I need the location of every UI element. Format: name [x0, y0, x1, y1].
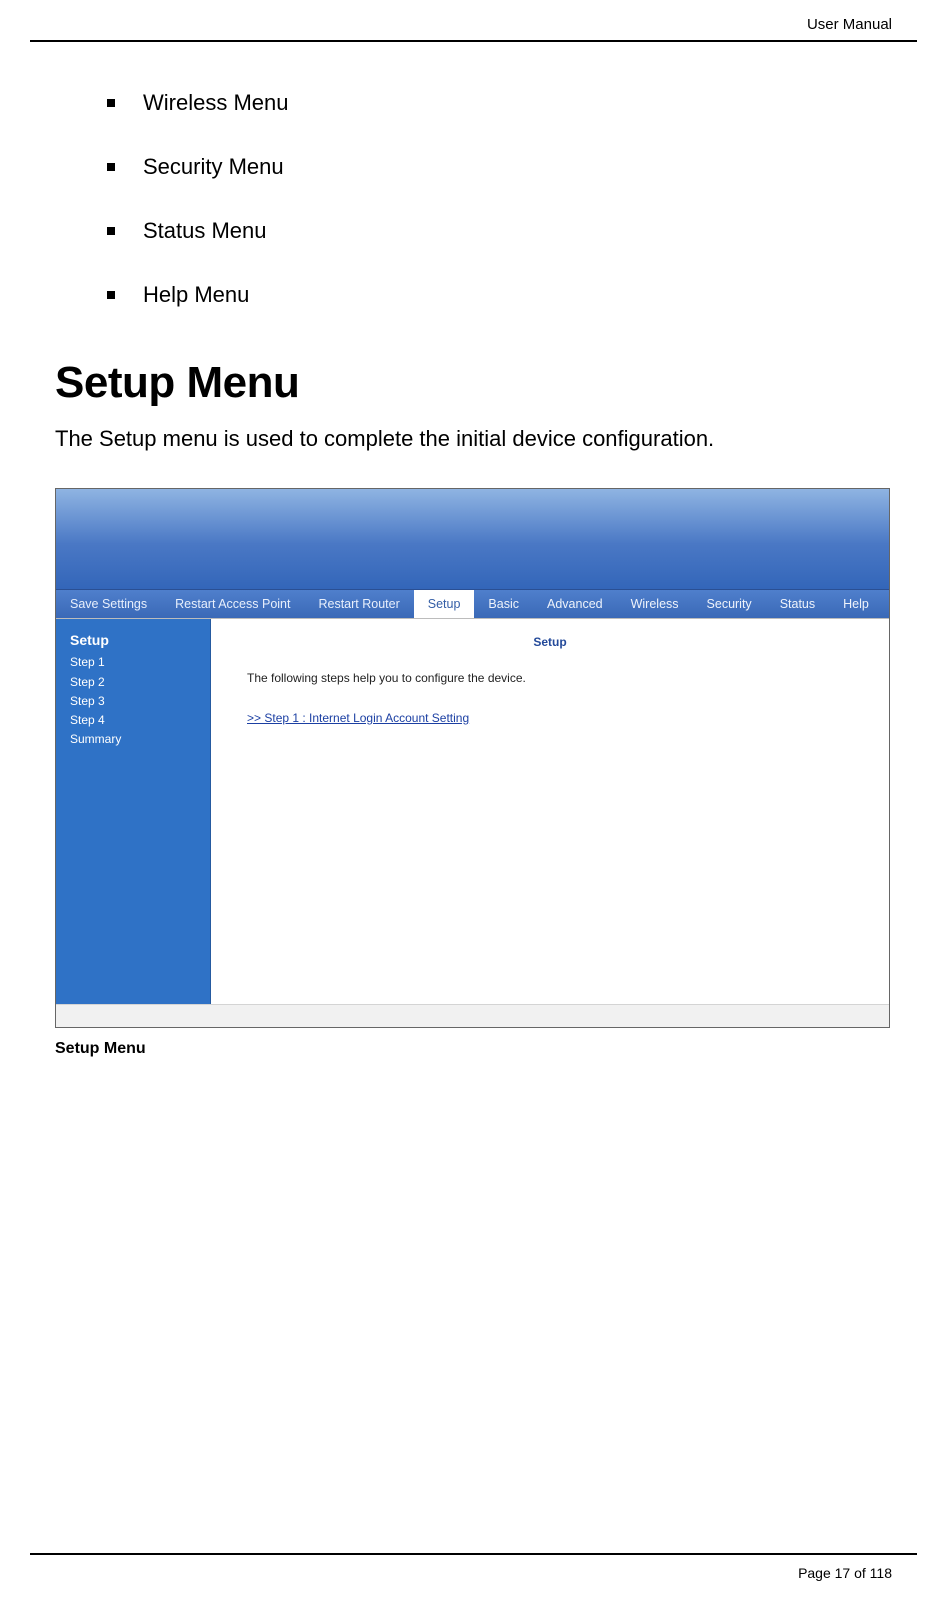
bullet-icon [107, 163, 115, 171]
bullet-icon [107, 99, 115, 107]
sidebar-item-step2[interactable]: Step 2 [70, 673, 196, 692]
tab-setup[interactable]: Setup [414, 590, 475, 618]
step1-link[interactable]: >> Step 1 : Internet Login Account Setti… [247, 711, 853, 725]
sidebar-item-step4[interactable]: Step 4 [70, 711, 196, 730]
bullet-icon [107, 291, 115, 299]
tab-wireless[interactable]: Wireless [617, 590, 693, 618]
list-item: Help Menu [107, 282, 892, 308]
tab-basic[interactable]: Basic [474, 590, 533, 618]
bullet-icon [107, 227, 115, 235]
section-heading: Setup Menu [55, 358, 892, 408]
setup-screenshot: Save Settings Restart Access Point Resta… [55, 488, 890, 1028]
footer-rule [30, 1553, 917, 1555]
tab-help[interactable]: Help [829, 590, 883, 618]
panel-title: Setup [247, 635, 853, 649]
list-item-label: Status Menu [143, 218, 267, 244]
header-rule [30, 40, 917, 42]
sidebar-item-summary[interactable]: Summary [70, 730, 196, 749]
screenshot-tabbar: Save Settings Restart Access Point Resta… [56, 590, 889, 619]
screenshot-main: Setup The following steps help you to co… [211, 619, 889, 1007]
save-settings-link[interactable]: Save Settings [56, 590, 161, 618]
page-number: Page 17 of 118 [798, 1565, 892, 1581]
list-item: Wireless Menu [107, 90, 892, 116]
list-item: Security Menu [107, 154, 892, 180]
list-item-label: Wireless Menu [143, 90, 288, 116]
screenshot-sidebar: Setup Step 1 Step 2 Step 3 Step 4 Summar… [56, 619, 211, 1007]
panel-description: The following steps help you to configur… [247, 671, 853, 685]
screenshot-banner [56, 489, 889, 590]
sidebar-title: Setup [70, 629, 196, 651]
figure-caption: Setup Menu [55, 1040, 892, 1058]
restart-ap-link[interactable]: Restart Access Point [161, 590, 304, 618]
sidebar-item-step1[interactable]: Step 1 [70, 653, 196, 672]
list-item-label: Security Menu [143, 154, 284, 180]
tab-advanced[interactable]: Advanced [533, 590, 617, 618]
document-page: User Manual Wireless Menu Security Menu … [0, 0, 947, 1601]
header-label: User Manual [807, 16, 892, 33]
tab-status[interactable]: Status [766, 590, 829, 618]
list-item-label: Help Menu [143, 282, 249, 308]
sidebar-item-step3[interactable]: Step 3 [70, 692, 196, 711]
screenshot-statusbar [56, 1004, 889, 1027]
list-item: Status Menu [107, 218, 892, 244]
screenshot-body: Setup Step 1 Step 2 Step 3 Step 4 Summar… [56, 619, 889, 1007]
page-content: Wireless Menu Security Menu Status Menu … [55, 0, 892, 1058]
restart-router-link[interactable]: Restart Router [304, 590, 413, 618]
menu-bullet-list: Wireless Menu Security Menu Status Menu … [55, 90, 892, 308]
section-lead: The Setup menu is used to complete the i… [55, 426, 892, 452]
tab-security[interactable]: Security [693, 590, 766, 618]
